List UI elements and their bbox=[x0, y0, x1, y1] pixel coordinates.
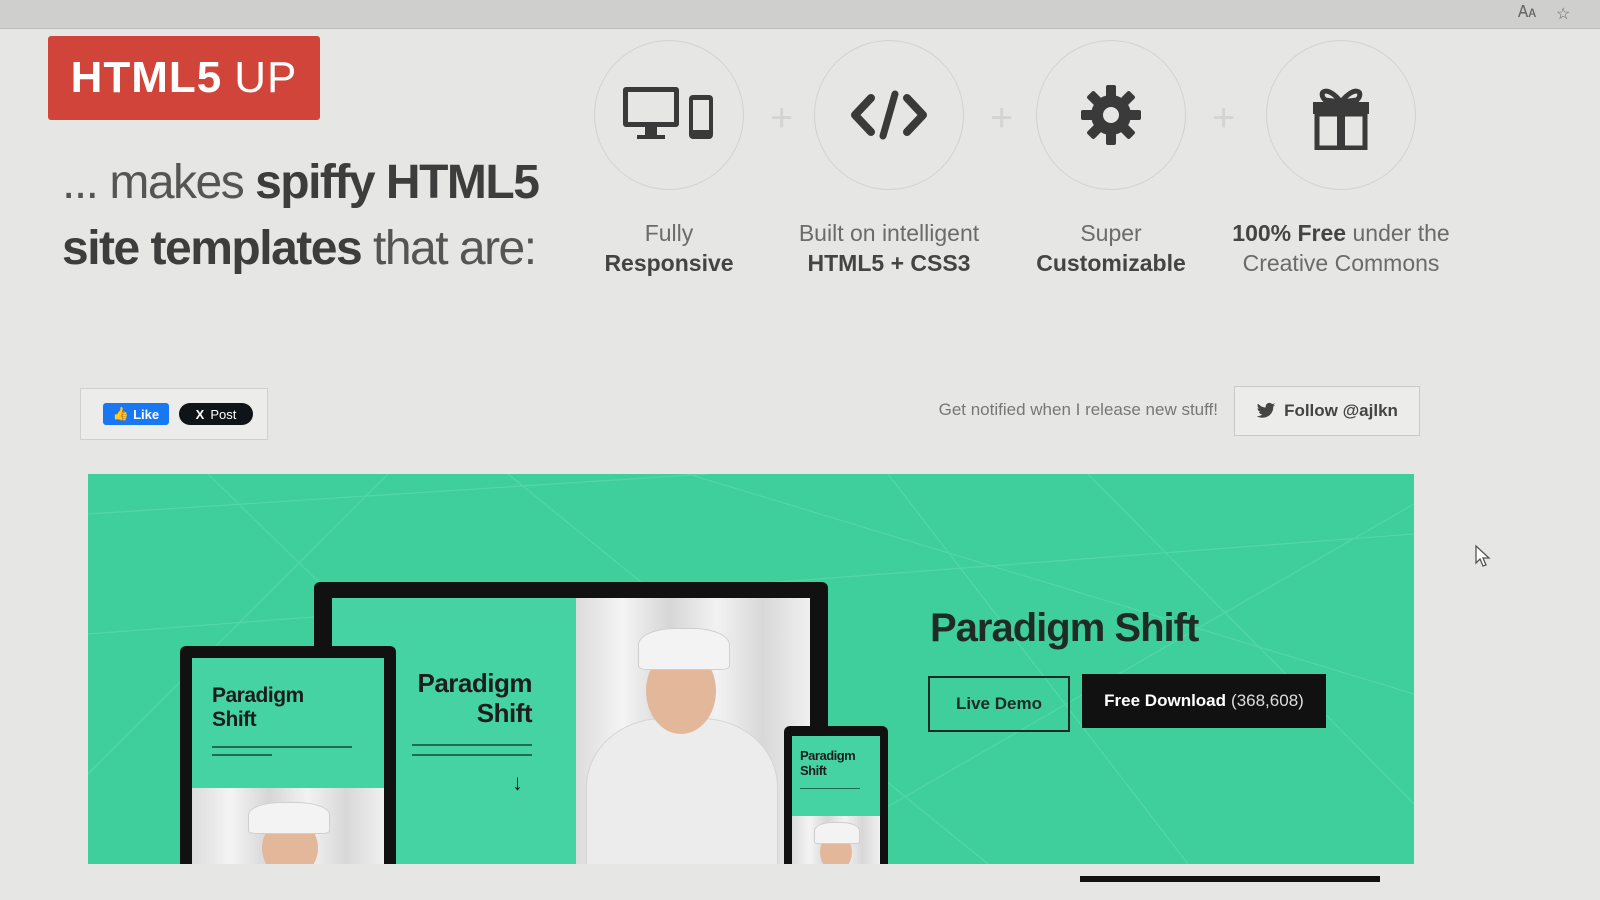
next-banner-edge bbox=[1080, 876, 1380, 882]
feature-caption: Super Customizable bbox=[996, 218, 1226, 278]
mouse-cursor-icon bbox=[1475, 544, 1491, 567]
phone-mockup: Paradigm Shift bbox=[784, 726, 888, 864]
like-label: Like bbox=[133, 406, 160, 422]
feature-caption: Built on intelligent HTML5 + CSS3 bbox=[774, 218, 1004, 278]
notify-text: Get notified when I release new stuff! bbox=[938, 400, 1218, 419]
feature-circle bbox=[814, 40, 964, 190]
desktop-screen-subtitle bbox=[412, 754, 532, 756]
feature-line2: Customizable bbox=[1036, 250, 1186, 276]
feature-line1: Fully bbox=[644, 220, 694, 246]
phone-screen-title: Paradigm Shift bbox=[800, 748, 856, 778]
download-label: Free Download bbox=[1104, 691, 1227, 710]
browser-top-bar: 🗛 ☆ bbox=[0, 0, 1600, 29]
screen-title-line1: Paradigm bbox=[417, 668, 533, 698]
logo-light: UP bbox=[234, 53, 298, 102]
feature-responsive: Fully Responsive bbox=[554, 40, 784, 278]
feature-line1-bold: 100% Free bbox=[1232, 220, 1347, 246]
feature-line2: Responsive bbox=[604, 250, 734, 276]
tablet-screen-title: Paradigm Shift bbox=[212, 684, 304, 732]
template-title[interactable]: Paradigm Shift bbox=[930, 606, 1199, 651]
feature-line1: Built on intelligent bbox=[798, 220, 980, 246]
feature-circle bbox=[594, 40, 744, 190]
star-icon[interactable]: ☆ bbox=[1556, 4, 1570, 24]
social-buttons-box: 👍 Like X Post bbox=[80, 388, 268, 440]
tablet-photo bbox=[192, 788, 384, 864]
feature-caption: Fully Responsive bbox=[554, 218, 784, 278]
gift-icon bbox=[1313, 88, 1369, 150]
gear-icon bbox=[1081, 85, 1141, 145]
tablet-mockup: Paradigm Shift bbox=[180, 646, 396, 864]
live-demo-button[interactable]: Live Demo bbox=[928, 676, 1070, 732]
download-count: (368,608) bbox=[1231, 691, 1304, 710]
tagline-bold-2: site templates bbox=[62, 222, 363, 275]
phone-screen-subtitle bbox=[800, 788, 860, 789]
feature-html5-css3: Built on intelligent HTML5 + CSS3 bbox=[774, 40, 1004, 278]
desktop-screen-subtitle bbox=[412, 744, 532, 746]
facebook-like-button[interactable]: 👍 Like bbox=[103, 403, 169, 425]
feature-free: 100% Free under the Creative Commons bbox=[1216, 40, 1466, 278]
feature-circle bbox=[1266, 40, 1416, 190]
feature-caption: 100% Free under the Creative Commons bbox=[1216, 218, 1466, 278]
post-label: Post bbox=[210, 406, 237, 422]
screen-title-line2: Shift bbox=[800, 763, 827, 778]
screen-title-line2: Shift bbox=[476, 698, 533, 728]
tablet-screen-subtitle bbox=[212, 754, 272, 756]
screen-title-line1: Paradigm bbox=[212, 684, 304, 707]
cap-hat bbox=[638, 628, 730, 670]
tagline-bold-1: spiffy HTML5 bbox=[255, 156, 540, 209]
translate-icon[interactable]: 🗛 bbox=[1518, 4, 1536, 22]
site-logo[interactable]: HTML5 UP bbox=[48, 36, 320, 120]
tagline-prefix: ... makes bbox=[62, 156, 256, 209]
tagline-suffix: that are: bbox=[361, 222, 537, 275]
phone-photo bbox=[792, 816, 880, 864]
feature-line2: HTML5 + CSS3 bbox=[807, 250, 971, 276]
featured-template-banner[interactable]: Paradigm Shift ↓ Paradigm Shift Paradigm… bbox=[88, 474, 1414, 864]
feature-circle bbox=[1036, 40, 1186, 190]
cap-hat bbox=[814, 822, 860, 844]
screen-title-line2: Shift bbox=[212, 708, 257, 731]
code-icon bbox=[851, 90, 927, 140]
desktop-photo bbox=[576, 598, 810, 864]
feature-line1: Super bbox=[1080, 220, 1142, 246]
hoodie bbox=[586, 718, 778, 864]
twitter-bird-icon bbox=[1256, 402, 1276, 418]
free-download-button[interactable]: Free Download (368,608) bbox=[1082, 674, 1326, 728]
devices-icon bbox=[623, 87, 713, 139]
follow-twitter-button[interactable]: Follow @ajlkn bbox=[1234, 386, 1420, 436]
feature-line1-rest: under the bbox=[1346, 220, 1450, 246]
desktop-screen: Paradigm Shift ↓ bbox=[332, 598, 810, 864]
follow-label: Follow @ajlkn bbox=[1284, 401, 1398, 420]
logo-bold: HTML5 bbox=[70, 53, 223, 102]
phone-screen: Paradigm Shift bbox=[792, 736, 880, 864]
cap-hat bbox=[248, 802, 330, 834]
x-post-button[interactable]: X Post bbox=[179, 403, 253, 425]
arrow-down-icon: ↓ bbox=[512, 770, 523, 795]
tablet-screen-subtitle bbox=[212, 746, 352, 748]
desktop-screen-title: Paradigm Shift bbox=[392, 668, 533, 728]
thumbs-up-icon: 👍 bbox=[112, 406, 130, 421]
x-logo-icon: X bbox=[195, 406, 205, 422]
tagline: ... makes spiffy HTML5 site templates th… bbox=[62, 150, 582, 282]
tablet-screen: Paradigm Shift bbox=[192, 658, 384, 864]
feature-line2: Creative Commons bbox=[1242, 250, 1440, 276]
feature-customizable: Super Customizable bbox=[996, 40, 1226, 278]
screen-title-line1: Paradigm bbox=[800, 748, 856, 763]
